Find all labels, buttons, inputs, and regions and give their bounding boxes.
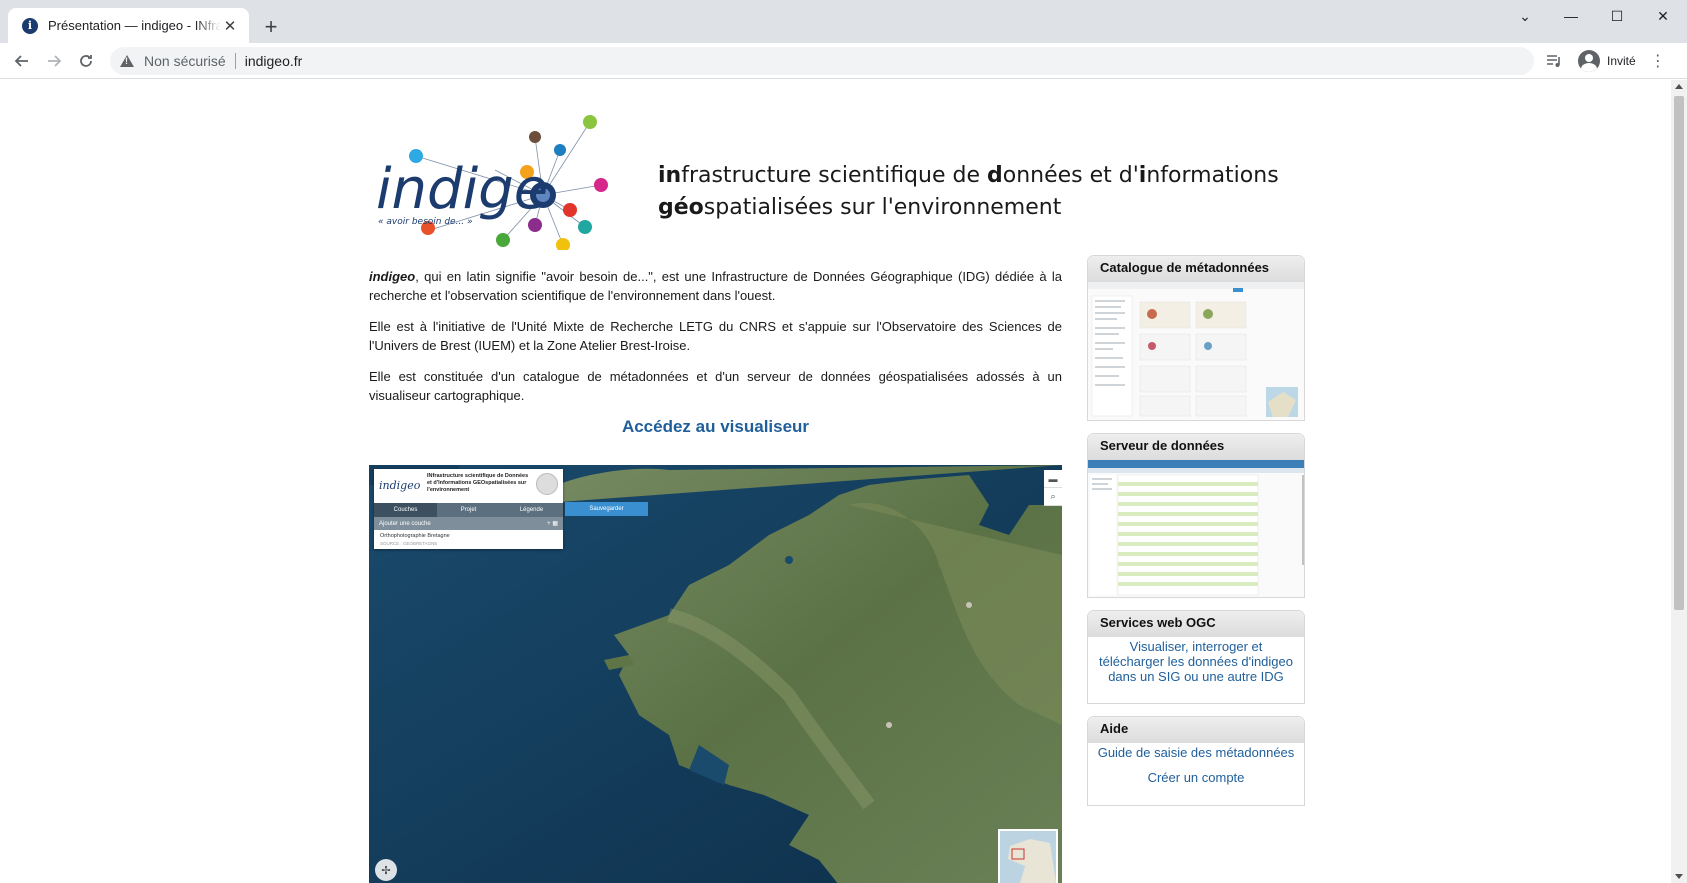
forward-button[interactable] [40, 47, 68, 75]
tagline-segment: in [658, 163, 682, 188]
server-panel[interactable]: Serveur de données [1087, 433, 1305, 598]
tagline-segment: spatialisées sur l'environnement [703, 195, 1062, 220]
layer-source: SOURCE : GEOBRETAGNE [380, 541, 438, 546]
panel-title: INfrastructure scientifique de Données e… [427, 473, 529, 493]
indigeo-logo[interactable]: indige « avoir besoin de... » [370, 100, 630, 250]
logo-wordmark: indige [376, 157, 548, 222]
folder-icon[interactable]: ▬ [1044, 470, 1062, 488]
overview-map-image [1008, 839, 1056, 883]
map-toolbar: ▬ ⌕ [1044, 470, 1062, 506]
overview-map[interactable] [998, 829, 1058, 883]
avatar-icon [1578, 50, 1600, 72]
viewer-preview-map[interactable]: indigeo INfrastructure scientifique de D… [369, 465, 1062, 883]
tab-projet[interactable]: Projet [437, 503, 500, 517]
address-bar[interactable]: Non sécurisé indigeo.fr [110, 47, 1534, 75]
page-scrollbar[interactable] [1671, 80, 1687, 883]
tab-couches[interactable]: Couches [374, 503, 437, 517]
user-avatar-icon[interactable] [536, 473, 558, 495]
reload-button[interactable] [72, 47, 100, 75]
add-layer-label: Ajouter une couche [379, 520, 431, 527]
logo-subtitle: « avoir besoin de... » [378, 217, 473, 227]
profile-button[interactable]: Invité [1574, 47, 1646, 75]
help-title: Aide [1088, 717, 1304, 743]
tab-search-icon[interactable]: ⌄ [1502, 0, 1548, 32]
tab-legende[interactable]: Légende [500, 503, 563, 517]
help-panel: Aide Guide de saisie des métadonnées Cré… [1087, 716, 1305, 806]
panel-tabs: Couches Projet Légende [374, 503, 563, 517]
layer-panel: indigeo INfrastructure scientifique de D… [374, 469, 563, 549]
catalogue-panel[interactable]: Catalogue de métadonnées [1087, 255, 1305, 421]
server-screenshot[interactable] [1088, 460, 1304, 597]
browser-toolbar: Non sécurisé indigeo.fr Invité ⋮ [0, 43, 1687, 79]
catalogue-screenshot[interactable] [1088, 282, 1304, 420]
tagline-segment: onnées et d' [1002, 163, 1139, 188]
tab-title: Présentation — indigeo - INfrastructure … [48, 18, 221, 33]
catalogue-title: Catalogue de métadonnées [1088, 256, 1304, 282]
search-icon[interactable]: ⌕ [1044, 488, 1062, 506]
security-label[interactable]: Non sécurisé [144, 53, 226, 69]
back-button[interactable] [8, 47, 36, 75]
tab-strip: i Présentation — indigeo - INfrastructur… [0, 0, 1687, 43]
metadata-guide-link[interactable]: Guide de saisie des métadonnées [1096, 745, 1296, 760]
tagline-segment: géo [658, 195, 704, 220]
omnibox-separator [234, 53, 236, 69]
warning-icon[interactable] [120, 55, 134, 67]
intro-section: indigeo, qui en latin signifie "avoir be… [369, 267, 1062, 441]
intro-paragraph-2: Elle est à l'initiative de l'Unité Mixte… [369, 319, 1062, 353]
tagline-segment: d [986, 163, 1003, 188]
page-viewport: indige « avoir besoin de... » infrastruc… [0, 80, 1687, 883]
scroll-up-icon[interactable] [1675, 84, 1683, 89]
intro-paragraph-1: indigeo, qui en latin signifie "avoir be… [369, 269, 1062, 303]
reload-icon [80, 55, 92, 67]
close-window-button[interactable]: ✕ [1640, 0, 1686, 32]
save-button[interactable]: Sauvegarder [565, 502, 648, 516]
server-title: Serveur de données [1088, 434, 1304, 460]
media-control-icon[interactable] [1540, 47, 1568, 75]
tagline-segment: nformations [1146, 163, 1279, 188]
panel-logo: indigeo [379, 479, 421, 492]
scroll-down-icon[interactable] [1675, 874, 1683, 879]
new-tab-button[interactable]: + [258, 14, 284, 40]
add-layer-bar[interactable]: Ajouter une couche + ▦ [374, 517, 563, 530]
menu-icon[interactable]: ⋮ [1646, 47, 1670, 75]
site-tagline: infrastructure scientifique de données e… [658, 160, 1279, 224]
viewer-link[interactable]: Accédez au visualiseur [369, 417, 1062, 441]
ogc-title: Services web OGC [1088, 611, 1304, 637]
tagline-line1: infrastructure scientifique de données e… [658, 160, 1279, 192]
ogc-link[interactable]: Visualiser, interroger et télécharger le… [1096, 639, 1296, 684]
maximize-button[interactable]: ☐ [1594, 0, 1640, 32]
profile-label: Invité [1607, 54, 1636, 68]
layer-name: Orthophotographie Bretagne [380, 533, 450, 539]
add-layer-icon[interactable]: + ▦ [547, 520, 558, 527]
info-icon: i [22, 17, 38, 34]
arrow-right-icon [48, 55, 62, 67]
tagline-segment: frastructure scientifique de [681, 163, 987, 188]
create-account-link[interactable]: Créer un compte [1096, 770, 1296, 785]
site-name: indigeo [369, 269, 416, 284]
arrow-left-icon [14, 55, 28, 67]
scroll-thumb[interactable] [1674, 96, 1684, 610]
browser-tab[interactable]: i Présentation — indigeo - INfrastructur… [8, 8, 249, 43]
ogc-panel: Services web OGC Visualiser, interroger … [1087, 610, 1305, 704]
layer-item[interactable]: Orthophotographie Bretagne SOURCE : GEOB… [374, 530, 563, 549]
tagline-line2: géospatialisées sur l'environnement [658, 192, 1279, 224]
close-tab-icon[interactable]: ✕ [221, 17, 239, 35]
minimize-button[interactable]: — [1548, 0, 1594, 32]
compass-icon[interactable]: ✢ [375, 859, 397, 881]
intro-paragraph-3: Elle est constituée d'un catalogue de mé… [369, 369, 1062, 403]
url-text[interactable]: indigeo.fr [245, 53, 303, 69]
